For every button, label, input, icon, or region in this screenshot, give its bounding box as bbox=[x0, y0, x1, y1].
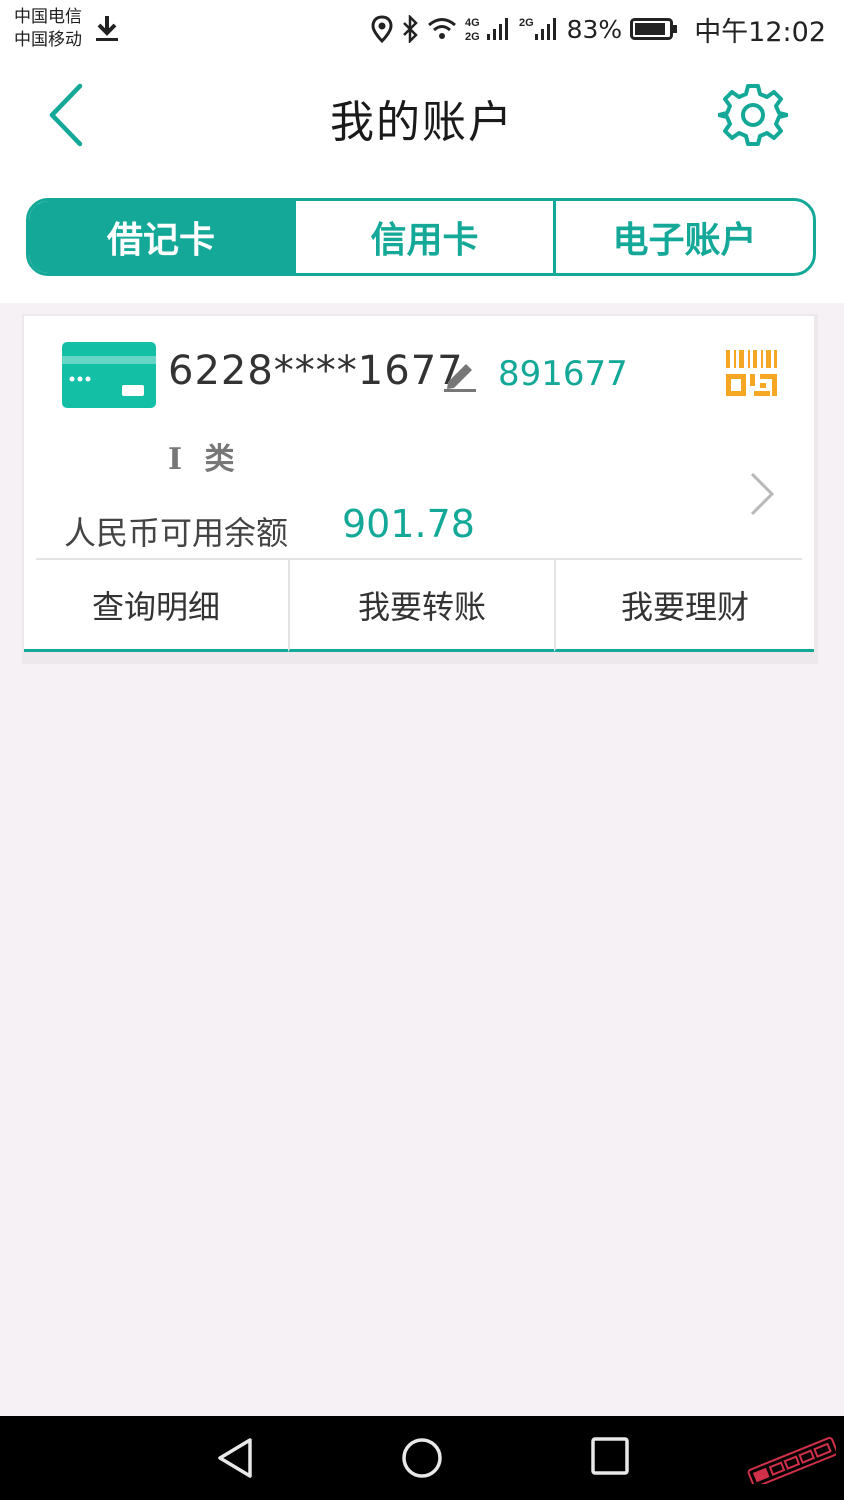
nav-recent-apps-icon[interactable] bbox=[590, 1436, 630, 1476]
network-label-3: 2G bbox=[519, 17, 534, 29]
signal-2g-icon: 2G bbox=[519, 17, 556, 40]
carrier-labels: 中国电信 中国移动 bbox=[14, 6, 82, 52]
card-class-label: I 类 bbox=[168, 442, 241, 477]
header: 我的账户 借记卡 信用卡 电子账户 bbox=[0, 58, 844, 303]
gear-icon[interactable] bbox=[718, 80, 788, 150]
tab-credit-card[interactable]: 信用卡 bbox=[293, 201, 553, 273]
carrier-1: 中国电信 bbox=[14, 7, 82, 27]
system-nav-bar bbox=[0, 1416, 844, 1500]
account-type-tabs: 借记卡 信用卡 电子账户 bbox=[26, 198, 816, 276]
card-alias: 891677 bbox=[498, 354, 628, 394]
network-label-2: 2G bbox=[465, 31, 480, 43]
status-icons: 4G 2G 2G 83% 中午12:02 bbox=[371, 10, 826, 48]
account-card-wrapper: 6228****1677 891677 I 类 人民币可用余额 901.78 查… bbox=[22, 314, 818, 664]
nav-back-icon[interactable] bbox=[214, 1436, 256, 1480]
tab-debit-card[interactable]: 借记卡 bbox=[29, 201, 293, 273]
clock: 中午12:02 bbox=[694, 16, 826, 48]
tab-electronic-account[interactable]: 电子账户 bbox=[553, 201, 813, 273]
chevron-right-icon[interactable] bbox=[746, 470, 778, 518]
wealth-management-button[interactable]: 我要理财 bbox=[554, 560, 814, 652]
query-details-button[interactable]: 查询明细 bbox=[24, 560, 288, 652]
network-label-1: 4G bbox=[465, 17, 480, 29]
watermark-logo bbox=[747, 1436, 836, 1484]
card-actions: 查询明细 我要转账 我要理财 bbox=[24, 560, 814, 652]
carrier-2: 中国移动 bbox=[14, 30, 82, 50]
wifi-icon bbox=[427, 18, 456, 39]
location-icon bbox=[371, 15, 393, 43]
status-bar: 中国电信 中国移动 4G 2G 2G 83% 中午12:02 bbox=[0, 0, 844, 58]
battery-icon bbox=[630, 18, 678, 40]
signal-4g-icon: 4G 2G bbox=[465, 17, 508, 43]
bluetooth-icon bbox=[402, 15, 418, 43]
account-card[interactable]: 6228****1677 891677 I 类 人民币可用余额 901.78 查… bbox=[24, 316, 814, 652]
balance-label: 人民币可用余额 bbox=[64, 514, 289, 552]
nav-home-icon[interactable] bbox=[400, 1436, 444, 1480]
card-number: 6228****1677 bbox=[168, 348, 464, 394]
download-icon bbox=[96, 16, 118, 41]
balance-value: 901.78 bbox=[342, 502, 475, 546]
qr-code-icon[interactable] bbox=[724, 348, 780, 400]
battery-percent: 83% bbox=[566, 14, 623, 44]
transfer-button[interactable]: 我要转账 bbox=[288, 560, 554, 652]
bank-card-icon bbox=[62, 342, 156, 408]
pencil-icon[interactable] bbox=[442, 356, 478, 392]
